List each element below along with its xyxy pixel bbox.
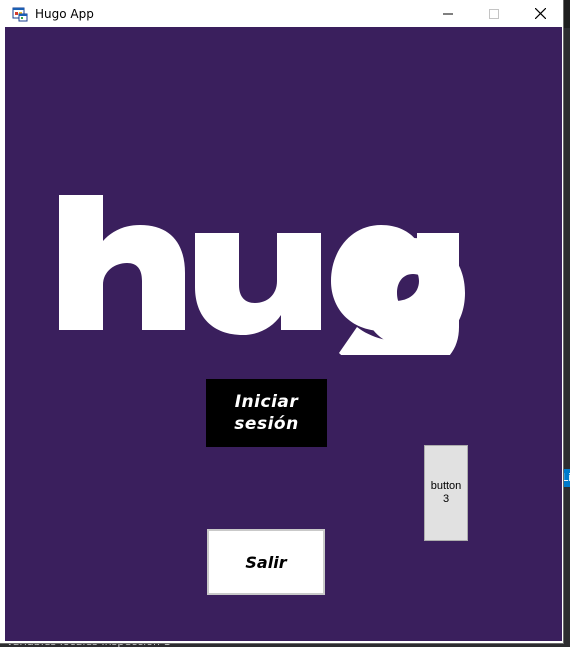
desktop: Li Variables locales Inspección 1 Hugo A… — [0, 0, 570, 647]
login-button[interactable]: Iniciar sesión — [206, 379, 327, 447]
exit-button[interactable]: Salir — [207, 529, 325, 595]
background-ide-panel — [562, 28, 570, 643]
window-controls — [425, 0, 563, 27]
title-bar[interactable]: Hugo App — [0, 0, 563, 27]
maximize-button[interactable] — [471, 0, 517, 27]
login-button-label: Iniciar sesión — [234, 392, 299, 434]
hugo-logo-o — [361, 238, 465, 348]
background-ide-tab-label: Li — [562, 471, 570, 484]
exit-button-label: Salir — [245, 552, 287, 572]
button3[interactable]: button 3 — [424, 445, 468, 541]
window-title: Hugo App — [35, 6, 94, 21]
maximize-icon — [489, 8, 499, 19]
minimize-icon — [443, 13, 453, 14]
minimize-button[interactable] — [425, 0, 471, 27]
close-icon — [534, 8, 546, 19]
close-button[interactable] — [517, 0, 563, 27]
app-window: Hugo App Iniciar sesión button 3 Salir — [0, 0, 563, 643]
winforms-app-icon — [12, 6, 28, 22]
button3-label: button 3 — [430, 480, 462, 505]
form-client-area: Iniciar sesión button 3 Salir — [5, 27, 562, 641]
